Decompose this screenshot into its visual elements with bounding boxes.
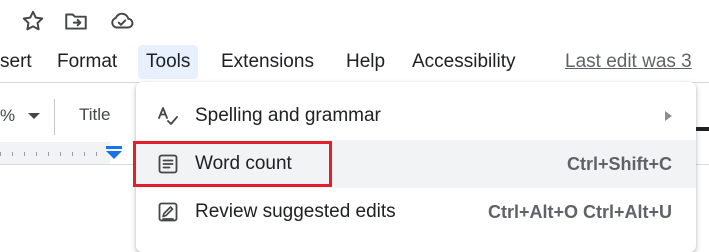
tools-dropdown-menu: Spelling and grammar Word count Ctrl+Shi… — [136, 82, 696, 252]
menu-item-word-count[interactable]: Word count Ctrl+Shift+C — [136, 140, 696, 188]
word-count-icon — [156, 152, 180, 176]
menu-item-review-suggested-edits[interactable]: Review suggested edits Ctrl+Alt+O Ctrl+A… — [136, 188, 696, 236]
zoom-value[interactable]: % — [0, 106, 15, 126]
menu-item-label: Spelling and grammar — [195, 105, 381, 126]
menu-format[interactable]: Format — [49, 45, 125, 79]
title-bar-icons — [0, 0, 709, 42]
menu-bar: sert Format Tools Extensions Help Access… — [0, 42, 709, 82]
menu-item-spelling-grammar[interactable]: Spelling and grammar — [136, 92, 696, 140]
submenu-arrow-icon — [665, 111, 672, 121]
menu-insert[interactable]: sert — [0, 45, 40, 79]
last-edit-link[interactable]: Last edit was 3 — [565, 45, 692, 79]
menu-item-shortcut: Ctrl+Shift+C — [566, 154, 672, 174]
star-icon[interactable] — [20, 8, 46, 34]
menu-tools[interactable]: Tools — [138, 45, 199, 79]
toolbar-divider — [54, 99, 55, 135]
menu-item-label: Review suggested edits — [195, 201, 396, 222]
move-to-folder-icon[interactable] — [63, 8, 89, 34]
menu-item-label: Word count — [195, 153, 292, 174]
spelling-grammar-icon — [156, 104, 180, 128]
menu-extensions[interactable]: Extensions — [213, 45, 322, 79]
menu-help[interactable]: Help — [338, 45, 393, 79]
menu-item-shortcut: Ctrl+Alt+O Ctrl+Alt+U — [487, 202, 672, 222]
menu-accessibility[interactable]: Accessibility — [404, 45, 523, 79]
ruler-ticks — [0, 152, 100, 156]
cloud-saved-icon[interactable] — [109, 8, 135, 34]
paragraph-style-select[interactable]: Title — [79, 105, 111, 125]
zoom-dropdown-caret-icon[interactable] — [28, 113, 40, 119]
review-edits-icon — [156, 200, 180, 224]
indent-marker-icon[interactable] — [104, 146, 124, 159]
